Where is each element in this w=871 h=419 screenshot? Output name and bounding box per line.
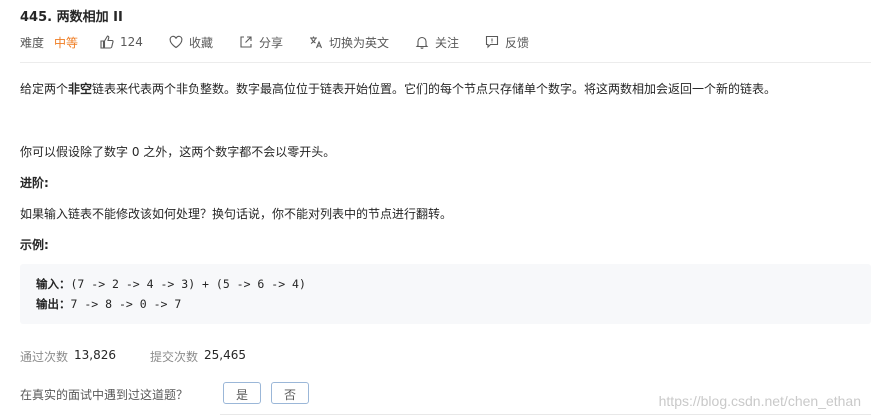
example-heading: 示例: xyxy=(20,238,49,252)
feedback-icon xyxy=(485,35,499,49)
thumbs-up-icon xyxy=(100,35,114,49)
favorite-button[interactable]: 收藏 xyxy=(169,34,213,51)
non-empty-emphasis: 非空 xyxy=(68,82,93,96)
feedback-button[interactable]: 反馈 xyxy=(485,34,529,51)
share-label: 分享 xyxy=(258,35,283,50)
accepted-label: 通过次数 xyxy=(20,350,69,364)
share-icon xyxy=(239,35,253,49)
interview-question: 在真实的面试中遇到过这道题？ xyxy=(20,388,189,402)
output-value: 7 -> 8 -> 0 -> 7 xyxy=(70,297,182,311)
share-button[interactable]: 分享 xyxy=(239,34,283,51)
translate-icon xyxy=(309,35,323,49)
like-count: 124 xyxy=(120,35,143,49)
description-paragraph-2: 你可以假设除了数字 0 之外，这两个数字都不会以零开头。 xyxy=(20,145,336,159)
translate-button[interactable]: 切换为英文 xyxy=(309,34,389,51)
example-output-line: 输出：7 -> 8 -> 0 -> 7 xyxy=(36,296,181,312)
output-label: 输出： xyxy=(36,297,71,311)
example-input-line: 输入：(7 -> 2 -> 4 -> 3) + (5 -> 6 -> 4) xyxy=(36,276,306,292)
watermark-text: https://blog.csdn.net/chen_ethan xyxy=(658,393,861,409)
description-paragraph-1: 给定两个非空链表来代表两个非负整数。数字最高位位于链表开始位置。它们的每个节点只… xyxy=(20,82,777,96)
yes-button[interactable]: 是 xyxy=(223,382,261,404)
heart-icon xyxy=(169,35,183,49)
bell-icon xyxy=(415,35,429,49)
difficulty-badge: 中等 xyxy=(54,35,79,50)
input-value: (7 -> 2 -> 4 -> 3) + (5 -> 6 -> 4) xyxy=(70,277,306,291)
submission-stats: 通过次数 13,826 提交次数 25,465 xyxy=(20,348,280,365)
accepted-value: 13,826 xyxy=(74,348,117,362)
header-divider xyxy=(20,62,871,63)
submissions-value: 25,465 xyxy=(204,348,247,362)
feedback-label: 反馈 xyxy=(505,35,530,50)
difficulty-label: 难度 xyxy=(20,35,45,50)
problem-meta-bar: 难度 中等 124 收藏 分享 切换为英文 关注 反馈 xyxy=(20,33,555,51)
problem-title: 445. 两数相加 II xyxy=(20,10,123,25)
like-button[interactable]: 124 xyxy=(100,35,143,49)
bottom-divider xyxy=(220,414,871,415)
no-button[interactable]: 否 xyxy=(271,382,309,404)
follow-label: 关注 xyxy=(434,35,459,50)
advanced-heading: 进阶: xyxy=(20,176,49,190)
favorite-label: 收藏 xyxy=(188,35,213,50)
follow-button[interactable]: 关注 xyxy=(415,34,459,51)
translate-label: 切换为英文 xyxy=(328,35,389,50)
example-code-block: 输入：(7 -> 2 -> 4 -> 3) + (5 -> 6 -> 4) 输出… xyxy=(20,264,871,324)
submissions-label: 提交次数 xyxy=(150,350,199,364)
input-label: 输入： xyxy=(36,277,71,291)
description-paragraph-3: 如果输入链表不能修改该如何处理？换句话说，你不能对列表中的节点进行翻转。 xyxy=(20,207,453,221)
